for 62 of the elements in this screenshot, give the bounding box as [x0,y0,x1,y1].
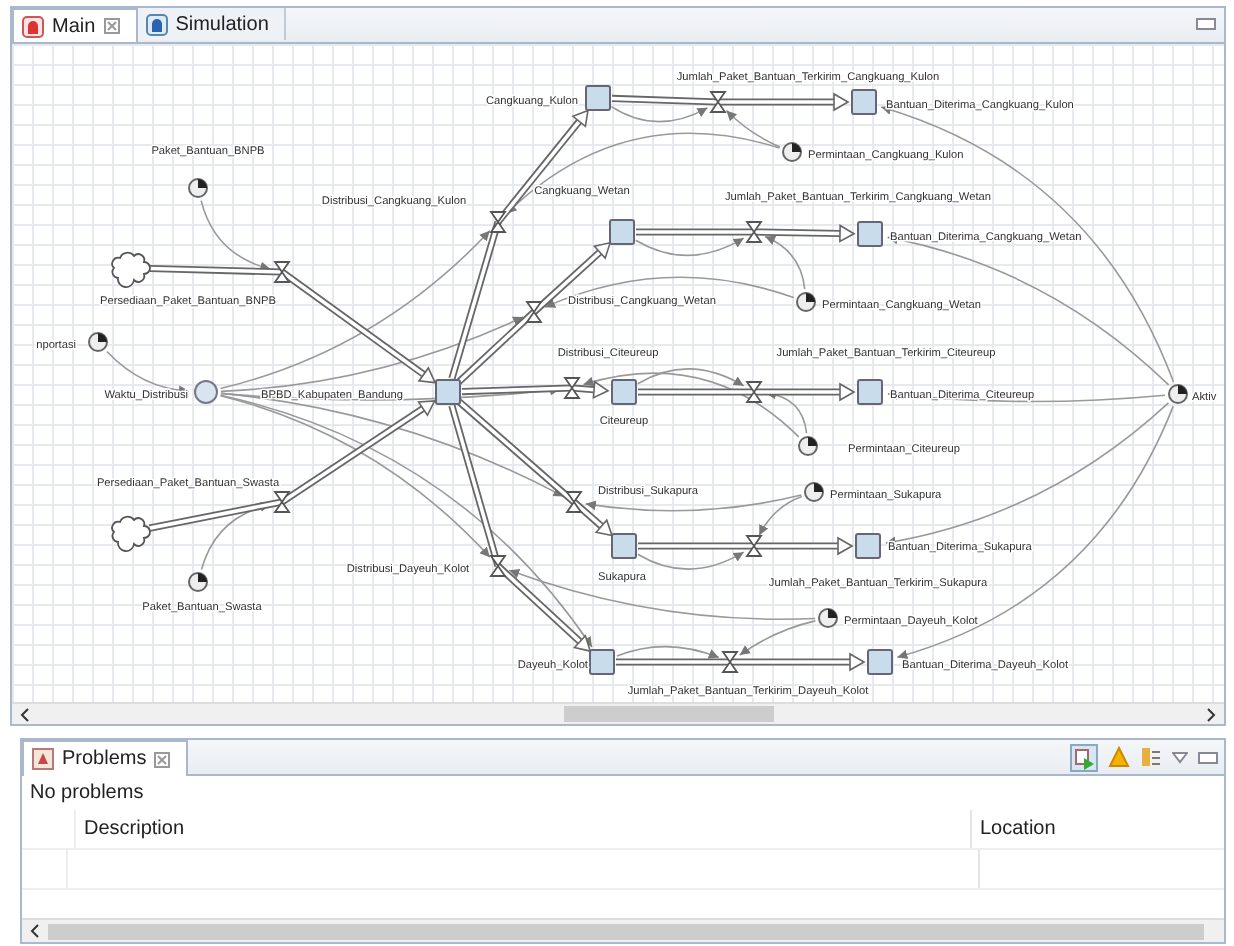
stock-node [611,533,637,559]
stock-node [589,649,615,675]
simulation-icon [145,13,168,35]
parameter-node [818,608,838,628]
flow-valve [273,261,291,283]
minimize-icon[interactable] [1196,18,1216,30]
cloud-source [111,251,151,288]
filter-icon[interactable] [1070,743,1098,771]
column-header[interactable]: Location [972,810,1224,848]
stock-node [611,379,637,405]
flow-valve [745,535,763,557]
flow-valve [489,555,507,577]
close-icon[interactable] [154,751,171,767]
problems-tab[interactable]: Problems [22,740,189,776]
parameter-node [188,178,208,198]
flow-valve [563,377,581,399]
stock-node [855,533,881,559]
flow-valve [745,381,763,403]
parameter-node [804,482,824,502]
horizontal-scrollbar[interactable] [12,702,1224,724]
scrollbar-thumb[interactable] [564,706,774,722]
column-header[interactable]: Description [76,810,972,848]
scroll-right-icon[interactable] [1206,707,1216,721]
view-menu-icon[interactable] [1172,751,1188,763]
close-icon[interactable] [103,18,120,34]
flow-valve [489,211,507,233]
problems-icon [32,748,54,770]
minimize-icon[interactable] [1198,751,1218,763]
parameter-node [188,572,208,592]
problems-summary: No problems [28,780,146,808]
columns-icon[interactable] [1140,746,1162,768]
editor-tab[interactable]: Simulation [137,8,287,40]
flow-valve [273,491,291,513]
parameter-node [796,292,816,312]
flow-valve [709,91,727,113]
editor-tab[interactable]: Main [12,8,138,42]
horizontal-scrollbar[interactable] [22,918,1224,942]
stock-node [609,219,635,245]
stock-node [857,379,883,405]
stock-node [867,649,893,675]
model-icon [22,15,44,37]
dependency-arrow [634,237,745,257]
flow-valve [525,301,543,323]
parameter-node [88,332,108,352]
dependency-arrow [610,105,709,123]
variable-node [194,380,218,404]
scrollbar-thumb[interactable] [48,923,1204,939]
stock-node [857,221,883,247]
warning-icon[interactable] [1108,746,1130,768]
stock-node [585,85,611,111]
scroll-left-icon[interactable] [30,924,40,938]
parameter-node [798,436,818,456]
parameter-node [1168,384,1188,404]
parameter-node [782,142,802,162]
stock-node [435,379,461,405]
flow-valve [565,491,583,513]
flow-valve [745,221,763,243]
dependency-arrow [616,645,720,659]
stock-node [851,89,877,115]
scroll-left-icon[interactable] [20,707,30,721]
cloud-source [111,515,151,552]
flow-valve [721,651,739,673]
